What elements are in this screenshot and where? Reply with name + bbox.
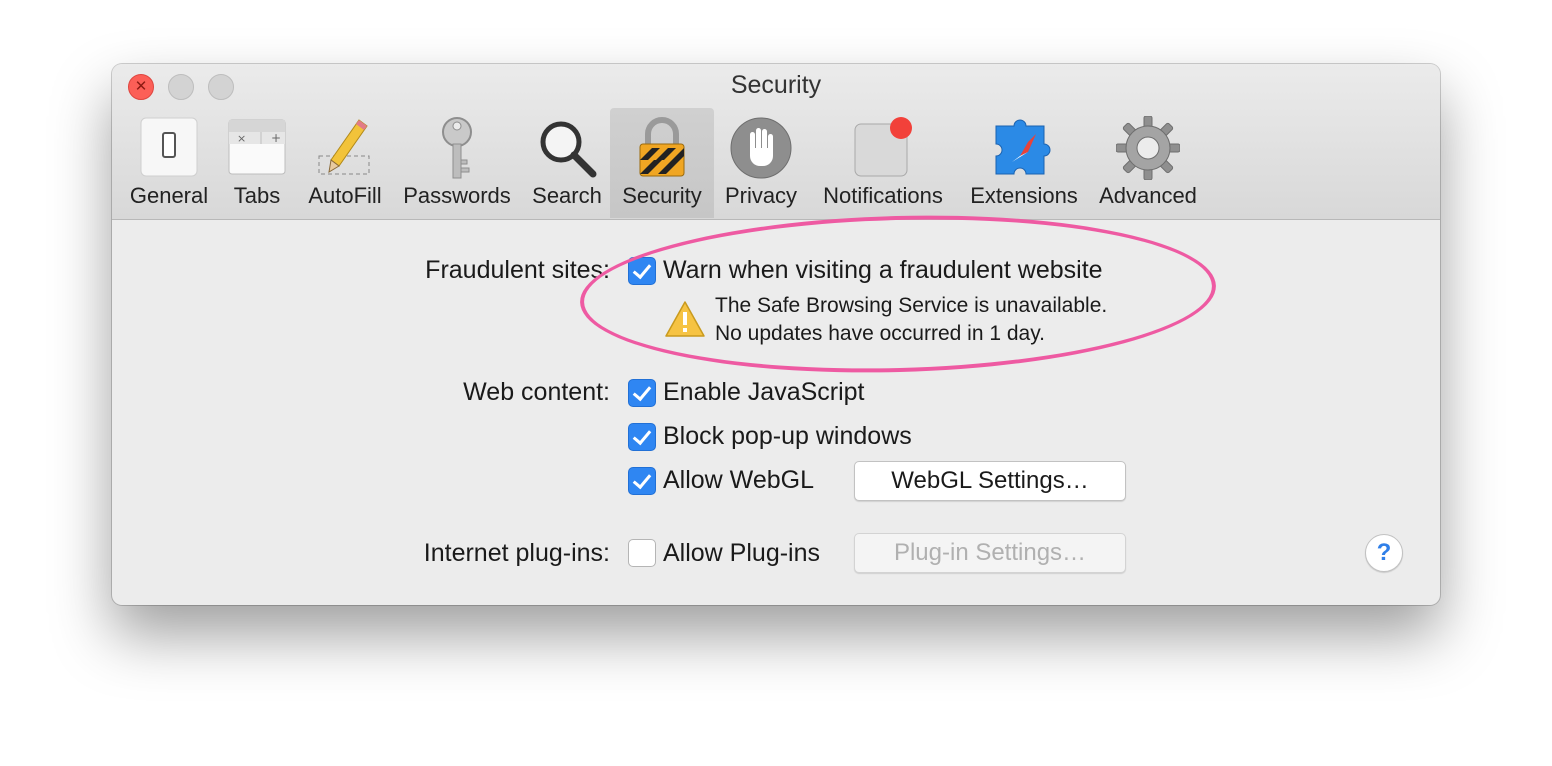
allow-webgl-label: Allow WebGL — [663, 466, 814, 494]
svg-text:×: × — [237, 132, 246, 145]
tab-notifications[interactable]: Notifications — [812, 108, 954, 218]
general-switch-icon — [137, 116, 201, 180]
enable-javascript-label: Enable JavaScript — [663, 378, 865, 406]
block-popups-label: Block pop-up windows — [663, 422, 912, 450]
notification-badge-icon — [851, 116, 915, 180]
tab-extensions[interactable]: Extensions — [962, 108, 1086, 218]
plugin-settings-button[interactable]: Plug-in Settings… — [854, 533, 1126, 573]
tab-passwords[interactable]: Passwords — [398, 108, 516, 218]
allow-webgl-checkbox[interactable] — [628, 467, 656, 495]
hand-icon — [729, 116, 793, 180]
web-content-label: Web content: — [463, 378, 610, 406]
svg-text:+: + — [271, 131, 281, 145]
tabs-icon: × + — [225, 116, 289, 180]
tab-tabs[interactable]: × + Tabs — [222, 108, 292, 218]
padlock-icon — [630, 116, 694, 180]
help-button[interactable]: ? — [1365, 534, 1403, 572]
allow-plugins-label: Allow Plug-ins — [663, 539, 821, 567]
allow-plugins-checkbox[interactable] — [628, 539, 656, 567]
tab-privacy[interactable]: Privacy — [718, 108, 804, 218]
window-title: Security — [730, 71, 822, 99]
key-icon — [425, 116, 489, 180]
magnifier-icon — [535, 116, 599, 180]
fraudulent-sites-label: Fraudulent sites: — [425, 256, 610, 284]
gear-icon — [1116, 116, 1180, 180]
tab-autofill[interactable]: AutoFill — [302, 108, 388, 218]
block-popups-checkbox[interactable] — [628, 423, 656, 451]
enable-javascript-checkbox[interactable] — [628, 379, 656, 407]
tab-security[interactable]: Security — [610, 108, 714, 218]
puzzle-compass-icon — [992, 116, 1056, 180]
titlebar-toolbar: Security General × + — [112, 64, 1440, 220]
webgl-settings-button[interactable]: WebGL Settings… — [854, 461, 1126, 501]
pencil-autofill-icon — [313, 116, 377, 180]
tab-search[interactable]: Search — [524, 108, 610, 218]
tab-general[interactable]: General — [126, 108, 212, 218]
tab-advanced[interactable]: Advanced — [1092, 108, 1204, 218]
internet-plugins-label: Internet plug-ins: — [423, 539, 610, 567]
